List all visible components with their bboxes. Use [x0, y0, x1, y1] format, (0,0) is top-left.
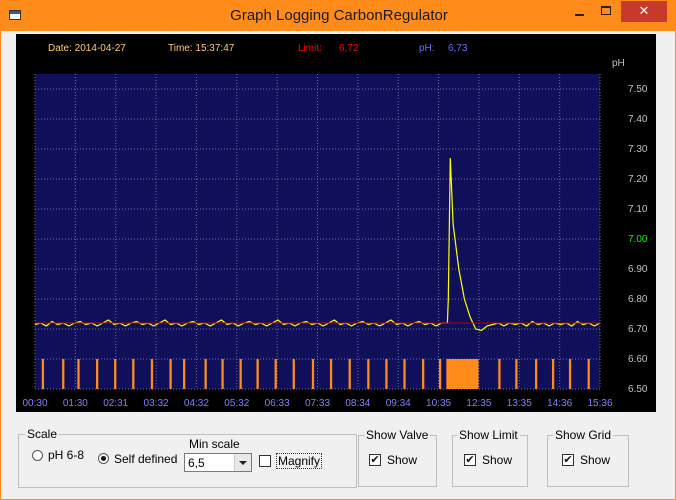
- min-scale-select[interactable]: 6,5: [184, 453, 252, 472]
- x-tick-label: 13:35: [507, 398, 532, 409]
- show-grid-checkbox[interactable]: ✔: [562, 454, 574, 466]
- y-tick-label: 6.90: [628, 264, 648, 275]
- valve-bar: [438, 359, 442, 389]
- valve-bar: [515, 359, 518, 389]
- valve-bar: [62, 359, 65, 389]
- show-limit-legend: Show Limit: [457, 428, 520, 442]
- valve-bar: [422, 359, 425, 389]
- ph-chart: Date: 2014-04-27 Time: 15:37:47 Limit: 6…: [22, 43, 648, 409]
- close-button[interactable]: ✕: [621, 1, 667, 22]
- graph-panel: Date: 2014-04-27 Time: 15:37:47 Limit: 6…: [16, 34, 656, 412]
- valve-bar: [568, 359, 572, 389]
- minimize-icon: [575, 14, 584, 16]
- y-tick-label: 7.50: [628, 84, 648, 95]
- valve-bar: [551, 359, 555, 389]
- valve-bar: [150, 359, 154, 389]
- self-defined-radio[interactable]: [98, 453, 109, 464]
- x-tick-label: 06:33: [265, 398, 290, 409]
- limit-value: 6,72: [339, 43, 359, 54]
- valve-bar: [183, 359, 186, 389]
- show-valve-label[interactable]: Show: [387, 453, 417, 467]
- maximize-icon: [601, 6, 611, 15]
- self-defined-label[interactable]: Self defined: [114, 452, 177, 466]
- app-window: Graph Logging CarbonRegulator ✕ Date: 20…: [0, 0, 676, 500]
- x-tick-label: 12:35: [466, 398, 491, 409]
- title-bar[interactable]: Graph Logging CarbonRegulator ✕: [1, 1, 675, 31]
- x-tick-label: 03:32: [144, 398, 169, 409]
- show-valve-checkbox[interactable]: ✔: [369, 454, 381, 466]
- valve-bar: [535, 359, 538, 389]
- ph-label: pH:: [419, 43, 435, 54]
- y-tick-label: 6.70: [628, 324, 648, 335]
- show-grid-legend: Show Grid: [553, 428, 614, 442]
- y-tick-label: 7.40: [628, 114, 648, 125]
- show-valve-group: Show Valve ✔ Show: [358, 428, 437, 487]
- valve-bar: [498, 359, 501, 389]
- valve-bar: [348, 359, 351, 389]
- min-scale-label: Min scale: [189, 437, 240, 451]
- x-tick-label: 04:32: [184, 398, 209, 409]
- valve-bar: [367, 359, 370, 389]
- show-limit-label[interactable]: Show: [482, 453, 512, 467]
- valve-bar: [292, 359, 295, 389]
- magnify-label[interactable]: Magnify: [276, 453, 323, 469]
- x-tick-label: 09:34: [386, 398, 411, 409]
- ph68-radio[interactable]: [32, 450, 43, 461]
- x-tick-label: 02:31: [103, 398, 128, 409]
- valve-bar: [311, 359, 315, 389]
- valve-bar: [446, 359, 479, 389]
- show-limit-checkbox[interactable]: ✔: [464, 454, 476, 466]
- valve-bar: [329, 359, 333, 389]
- show-limit-group: Show Limit ✔ Show: [452, 428, 528, 487]
- x-tick-label: 01:30: [63, 398, 88, 409]
- y-axis-label: pH: [612, 58, 625, 69]
- show-valve-legend: Show Valve: [364, 428, 431, 442]
- magnify-checkbox[interactable]: [259, 455, 271, 467]
- valve-bar: [403, 359, 406, 389]
- x-tick-label: 10:35: [426, 398, 451, 409]
- valve-bar: [587, 359, 590, 389]
- valve-bar: [256, 359, 259, 389]
- valve-bar: [114, 359, 117, 389]
- valve-bar: [385, 359, 388, 389]
- x-tick-label: 07:33: [305, 398, 330, 409]
- valve-bar: [169, 359, 172, 389]
- ph-value: 6,73: [448, 43, 468, 54]
- date-label: Date: 2014-04-27: [48, 43, 126, 54]
- maximize-button[interactable]: [593, 1, 620, 22]
- y-tick-label: 7.30: [628, 144, 648, 155]
- x-tick-label: 05:32: [224, 398, 249, 409]
- time-label: Time: 15:37:47: [168, 43, 235, 54]
- valve-bar: [96, 359, 99, 389]
- valve-bar: [132, 359, 135, 389]
- x-tick-label: 08:34: [345, 398, 370, 409]
- y-tick-label: 7.10: [628, 204, 648, 215]
- y-tick-label: 6.60: [628, 354, 648, 365]
- valve-bar: [204, 359, 207, 389]
- ph68-label[interactable]: pH 6-8: [48, 448, 84, 462]
- x-tick-label: 15:36: [587, 398, 612, 409]
- x-tick-label: 14:36: [547, 398, 572, 409]
- min-scale-value: 6,5: [188, 456, 205, 470]
- valve-bar: [77, 359, 80, 389]
- close-icon: ✕: [638, 4, 650, 19]
- chevron-down-icon[interactable]: [234, 454, 251, 471]
- limit-label: Limit:: [298, 43, 322, 54]
- show-grid-group: Show Grid ✔ Show: [547, 428, 629, 487]
- scale-group: Scale pH 6-8 Self defined Min scale 6,5 …: [18, 427, 357, 488]
- valve-bar: [274, 359, 277, 389]
- x-tick-label: 00:30: [22, 398, 47, 409]
- valve-bar: [41, 359, 45, 389]
- scale-legend: Scale: [25, 427, 60, 441]
- valve-bar: [221, 359, 224, 389]
- show-grid-label[interactable]: Show: [580, 453, 610, 467]
- valve-bar: [239, 359, 242, 389]
- y-tick-label: 7.00: [628, 234, 648, 245]
- y-tick-label: 7.20: [628, 174, 648, 185]
- minimize-button[interactable]: [566, 1, 593, 22]
- y-tick-label: 6.50: [628, 384, 648, 395]
- y-tick-label: 6.80: [628, 294, 648, 305]
